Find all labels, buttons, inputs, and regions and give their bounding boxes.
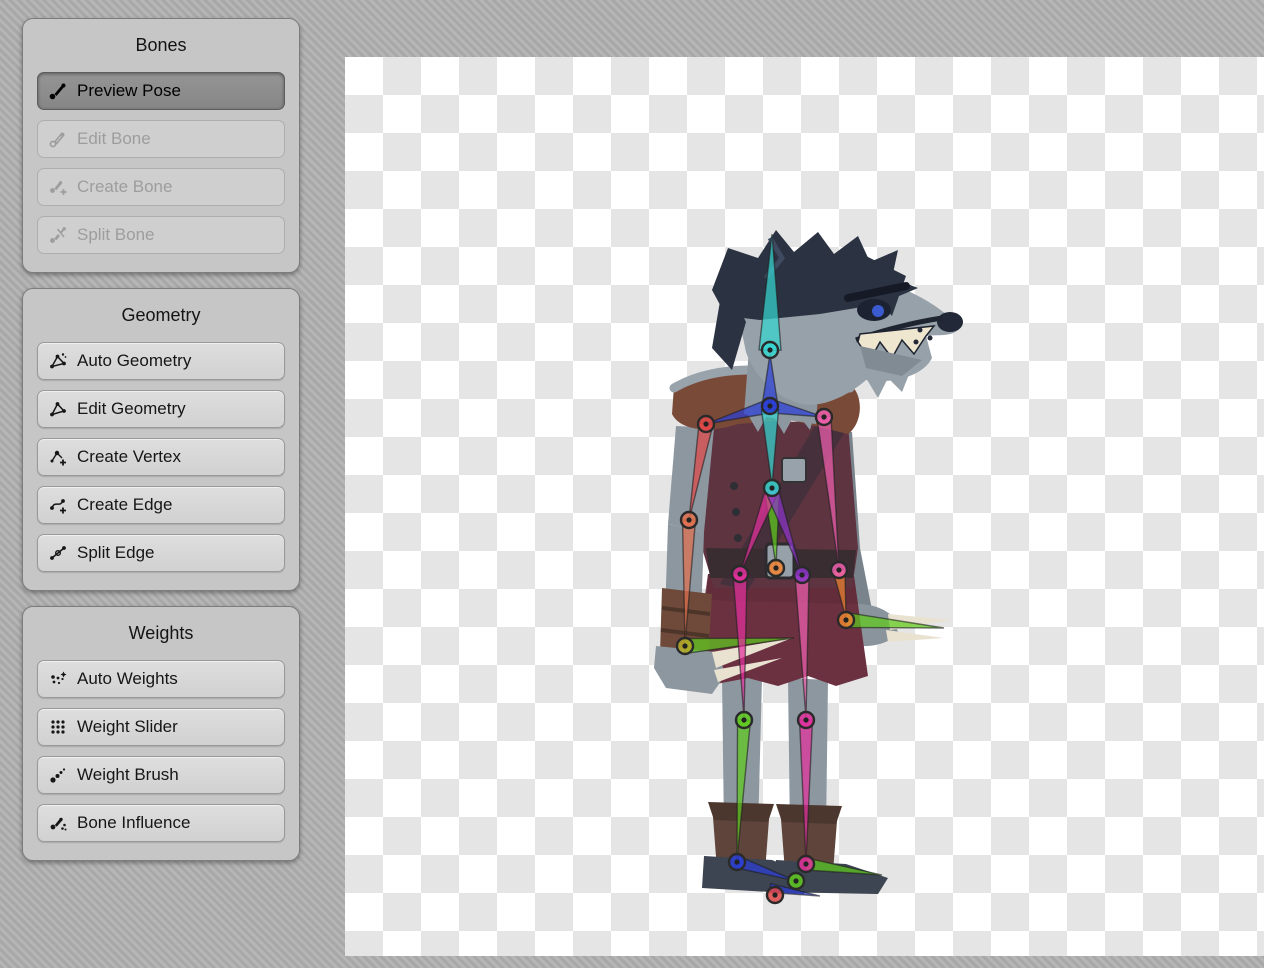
joint-center — [821, 414, 826, 419]
split-edge-button[interactable]: Split Edge — [37, 534, 285, 572]
joint-center — [769, 485, 774, 490]
bone-influence-button[interactable]: Bone Influence — [37, 804, 285, 842]
split-edge-icon — [48, 543, 68, 563]
joint-center — [686, 517, 691, 522]
bones-buttons: Preview Pose Edit Bone Create Bone — [37, 72, 285, 254]
button-label: Edit Geometry — [77, 399, 186, 419]
button-label: Auto Weights — [77, 669, 178, 689]
joint-center — [767, 347, 772, 352]
button-label: Bone Influence — [77, 813, 190, 833]
panel-geometry: Geometry Auto Geometry Edit Geometry — [22, 288, 300, 591]
edit-geometry-icon — [48, 399, 68, 419]
create-bone-icon — [48, 177, 68, 197]
button-label: Create Edge — [77, 495, 172, 515]
joint-center — [741, 717, 746, 722]
auto-weights-button[interactable]: Auto Weights — [37, 660, 285, 698]
button-label: Split Edge — [77, 543, 155, 563]
character-sprite[interactable] — [620, 218, 1020, 918]
split-bone-button[interactable]: Split Bone — [37, 216, 285, 254]
create-edge-button[interactable]: Create Edge — [37, 486, 285, 524]
panel-bones-title: Bones — [37, 35, 285, 56]
joint-center — [773, 565, 778, 570]
geometry-buttons: Auto Geometry Edit Geometry Create Verte… — [37, 342, 285, 572]
panel-weights: Weights Auto Weights Weight Slider — [22, 606, 300, 861]
joint-center — [734, 859, 739, 864]
joint-center — [803, 717, 808, 722]
button-label: Edit Bone — [77, 129, 151, 149]
weight-slider-button[interactable]: Weight Slider — [37, 708, 285, 746]
preview-pose-icon — [48, 81, 68, 101]
panel-bones: Bones Preview Pose Edit Bone — [22, 18, 300, 273]
edit-bone-button[interactable]: Edit Bone — [37, 120, 285, 158]
joint-center — [703, 421, 708, 426]
joint-center — [737, 571, 742, 576]
joint-center — [772, 892, 777, 897]
auto-geometry-icon — [48, 351, 68, 371]
button-label: Split Bone — [77, 225, 155, 245]
joint-center — [799, 572, 804, 577]
edit-geometry-button[interactable]: Edit Geometry — [37, 390, 285, 428]
joint-center — [803, 861, 808, 866]
weights-buttons: Auto Weights Weight Slider Weight Brush — [37, 660, 285, 842]
joint-center — [843, 617, 848, 622]
button-label: Weight Slider — [77, 717, 178, 737]
panel-weights-title: Weights — [37, 623, 285, 644]
weight-brush-button[interactable]: Weight Brush — [37, 756, 285, 794]
create-vertex-icon — [48, 447, 68, 467]
create-vertex-button[interactable]: Create Vertex — [37, 438, 285, 476]
create-edge-icon — [48, 495, 68, 515]
weight-brush-icon — [48, 765, 68, 785]
weight-slider-icon — [48, 717, 68, 737]
tool-sidebar: Bones Preview Pose Edit Bone — [22, 18, 300, 876]
auto-geometry-button[interactable]: Auto Geometry — [37, 342, 285, 380]
button-label: Weight Brush — [77, 765, 179, 785]
split-bone-icon — [48, 225, 68, 245]
panel-geometry-title: Geometry — [37, 305, 285, 326]
button-label: Auto Geometry — [77, 351, 191, 371]
create-bone-button[interactable]: Create Bone — [37, 168, 285, 206]
joint-center — [682, 643, 687, 648]
joint-center — [836, 567, 841, 572]
joint-center — [793, 878, 798, 883]
skinning-editor-window: Bones Preview Pose Edit Bone — [0, 0, 1264, 968]
joint-center — [767, 403, 772, 408]
button-label: Create Bone — [77, 177, 172, 197]
button-label: Preview Pose — [77, 81, 181, 101]
preview-pose-button[interactable]: Preview Pose — [37, 72, 285, 110]
button-label: Create Vertex — [77, 447, 181, 467]
edit-bone-icon — [48, 129, 68, 149]
auto-weights-icon — [48, 669, 68, 689]
bone-influence-icon — [48, 813, 68, 833]
